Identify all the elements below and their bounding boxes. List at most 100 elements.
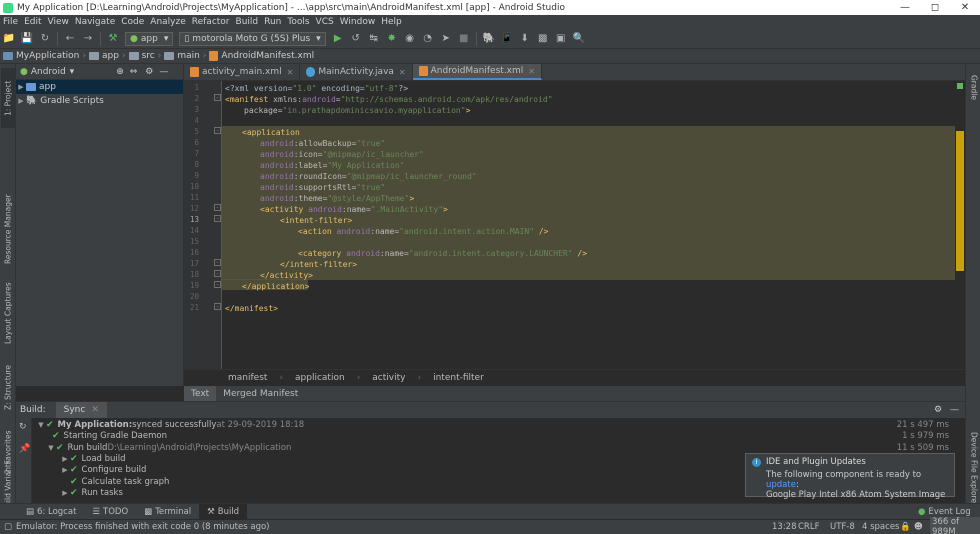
breadcrumb-activity[interactable]: activity xyxy=(366,373,411,383)
build-row-load[interactable]: ▶ ✔ Load build xyxy=(60,453,125,464)
inspection-status-icon[interactable] xyxy=(957,83,963,89)
nav-crumb-src[interactable]: src xyxy=(126,51,158,61)
collapse-all-icon[interactable]: ⇔ xyxy=(130,67,138,77)
indent-setting[interactable]: 4 spaces xyxy=(862,522,899,532)
menu-edit[interactable]: Edit xyxy=(21,17,44,27)
attach-debugger-icon[interactable]: ➤ xyxy=(439,32,453,46)
build-row-run-build[interactable]: ▼ ✔ Run build D:\Learning\Android\Project… xyxy=(46,442,961,453)
status-message[interactable]: Emulator: Process finished with exit cod… xyxy=(16,522,269,532)
layout-inspector-icon[interactable]: ▩ xyxy=(536,32,550,46)
sync-icon[interactable]: ↻ xyxy=(19,422,27,432)
avd-manager-icon[interactable]: 📱 xyxy=(500,32,514,46)
tree-item-gradle-scripts[interactable]: ▶ 🐘 Gradle Scripts xyxy=(16,94,183,108)
tab-project[interactable]: 1: Project xyxy=(1,68,15,128)
build-row-daemon[interactable]: ✔ Starting Gradle Daemon 1 s 979 ms xyxy=(52,430,961,441)
apply-code-changes-icon[interactable]: ↹ xyxy=(367,32,381,46)
fold-marker-icon[interactable]: - xyxy=(214,259,221,266)
menu-file[interactable]: File xyxy=(0,17,21,27)
lock-icon[interactable]: 🔒 xyxy=(900,522,911,532)
tab-todo[interactable]: ☰ TODO xyxy=(84,504,136,520)
nav-crumb-project[interactable]: MyApplication xyxy=(0,51,82,61)
device-combo[interactable]: ▯ motorola Moto G (5S) Plus ▾ xyxy=(179,31,326,46)
editor-scrollbar[interactable] xyxy=(955,81,965,369)
make-project-hammer-icon[interactable]: ⚒ xyxy=(106,32,120,46)
tab-device-file-explorer[interactable]: Device File Explorer xyxy=(967,424,980,514)
file-encoding[interactable]: UTF-8 xyxy=(830,522,855,532)
fold-marker-icon[interactable]: - xyxy=(214,215,221,222)
chevron-right-icon[interactable]: ▶ xyxy=(16,83,26,91)
close-icon[interactable]: ✕ xyxy=(91,405,99,415)
tab-merged-manifest[interactable]: Merged Manifest xyxy=(216,386,305,401)
fold-marker-icon[interactable]: - xyxy=(214,281,221,288)
tab-resource-manager[interactable]: Resource Manager xyxy=(1,194,15,264)
tab-layout-captures[interactable]: Layout Captures xyxy=(1,282,15,344)
close-icon[interactable]: ✕ xyxy=(399,68,406,77)
stop-icon[interactable]: ■ xyxy=(457,32,471,46)
search-icon[interactable]: 🔍 xyxy=(572,32,586,46)
chevron-right-icon[interactable]: ▶ xyxy=(16,97,26,105)
breadcrumb-manifest[interactable]: manifest xyxy=(222,373,273,383)
run-icon[interactable]: ▶ xyxy=(331,32,345,46)
tab-android-manifest[interactable]: AndroidManifest.xml ✕ xyxy=(412,64,542,80)
menu-build[interactable]: Build xyxy=(233,17,262,27)
build-row-synced[interactable]: ▼ ✔ My Application: synced successfully a… xyxy=(36,419,961,430)
project-structure-icon[interactable]: ▣ xyxy=(554,32,568,46)
minimize-button[interactable]: — xyxy=(890,0,920,15)
open-folder-icon[interactable]: 📁 xyxy=(2,32,16,46)
tab-main-activity[interactable]: MainActivity.java ✕ xyxy=(300,64,413,80)
breadcrumb-application[interactable]: application xyxy=(289,373,351,383)
save-all-icon[interactable]: 💾 xyxy=(20,32,34,46)
profile-icon[interactable]: ◔ xyxy=(421,32,435,46)
tab-gradle[interactable]: Gradle xyxy=(967,72,980,102)
gear-icon[interactable]: ⚙ xyxy=(934,405,942,415)
tab-logcat[interactable]: ▤ 6: Logcat xyxy=(18,504,84,520)
back-arrow-icon[interactable]: ← xyxy=(63,32,77,46)
hide-panel-icon[interactable]: — xyxy=(159,67,168,77)
build-row-configure[interactable]: ▶ ✔ Configure build xyxy=(60,464,146,475)
chevron-down-icon[interactable]: ▾ xyxy=(70,67,75,77)
nav-crumb-file[interactable]: AndroidManifest.xml xyxy=(206,51,317,61)
menu-window[interactable]: Window xyxy=(337,17,379,27)
menu-code[interactable]: Code xyxy=(118,17,147,27)
breadcrumb-intent-filter[interactable]: intent-filter xyxy=(427,373,490,383)
tab-activity-main[interactable]: activity_main.xml ✕ xyxy=(184,64,301,80)
tab-text[interactable]: Text xyxy=(184,386,217,401)
hide-panel-icon[interactable]: — xyxy=(950,405,959,415)
tab-build[interactable]: ⚒ Build xyxy=(199,503,248,520)
locate-icon[interactable]: ⊕ xyxy=(116,67,124,77)
menu-help[interactable]: Help xyxy=(378,17,405,27)
fold-marker-icon[interactable]: - xyxy=(214,94,221,101)
tab-sync[interactable]: Sync ✕ xyxy=(55,401,107,419)
fold-marker-icon[interactable]: - xyxy=(214,204,221,211)
memory-indicator[interactable]: 366 of 989M xyxy=(930,517,980,534)
update-link[interactable]: update xyxy=(766,480,796,490)
inspection-icon[interactable]: ☻ xyxy=(914,522,923,532)
tab-terminal[interactable]: ▩ Terminal xyxy=(136,504,199,520)
menu-run[interactable]: Run xyxy=(261,17,284,27)
nav-crumb-main[interactable]: main xyxy=(161,51,203,61)
menu-refactor[interactable]: Refactor xyxy=(189,17,233,27)
tree-item-app[interactable]: ▶ app xyxy=(16,80,183,94)
layout-toggle-icon[interactable]: ▢ xyxy=(4,522,12,532)
update-notification[interactable]: i IDE and Plugin Updates The following c… xyxy=(745,453,955,500)
code-editor[interactable]: <?xml version="1.0" encoding="utf-8"?> <… xyxy=(222,81,955,369)
close-icon[interactable]: ✕ xyxy=(287,68,294,77)
tab-structure[interactable]: Z: Structure xyxy=(1,362,15,414)
fold-marker-icon[interactable]: - xyxy=(214,127,221,134)
project-view-combo[interactable]: Android xyxy=(31,67,66,77)
module-combo[interactable]: ● app ▾ xyxy=(125,31,174,46)
sync-icon[interactable]: ↻ xyxy=(38,32,52,46)
menu-navigate[interactable]: Navigate xyxy=(72,17,118,27)
build-row-task-graph[interactable]: ✔ Calculate task graph xyxy=(70,476,169,487)
pin-icon[interactable]: 📌 xyxy=(19,444,30,454)
debug-icon[interactable]: ✸ xyxy=(385,32,399,46)
fold-marker-icon[interactable]: - xyxy=(214,270,221,277)
menu-analyze[interactable]: Analyze xyxy=(147,17,188,27)
gear-icon[interactable]: ⚙ xyxy=(145,67,153,77)
sdk-manager-icon[interactable]: ⬇ xyxy=(518,32,532,46)
caret-position[interactable]: 13:28 xyxy=(772,522,797,532)
fold-marker-icon[interactable]: - xyxy=(214,303,221,310)
apply-changes-icon[interactable]: ↺ xyxy=(349,32,363,46)
menu-tools[interactable]: Tools xyxy=(284,17,312,27)
build-row-run-tasks[interactable]: ▶ ✔ Run tasks xyxy=(60,487,123,498)
